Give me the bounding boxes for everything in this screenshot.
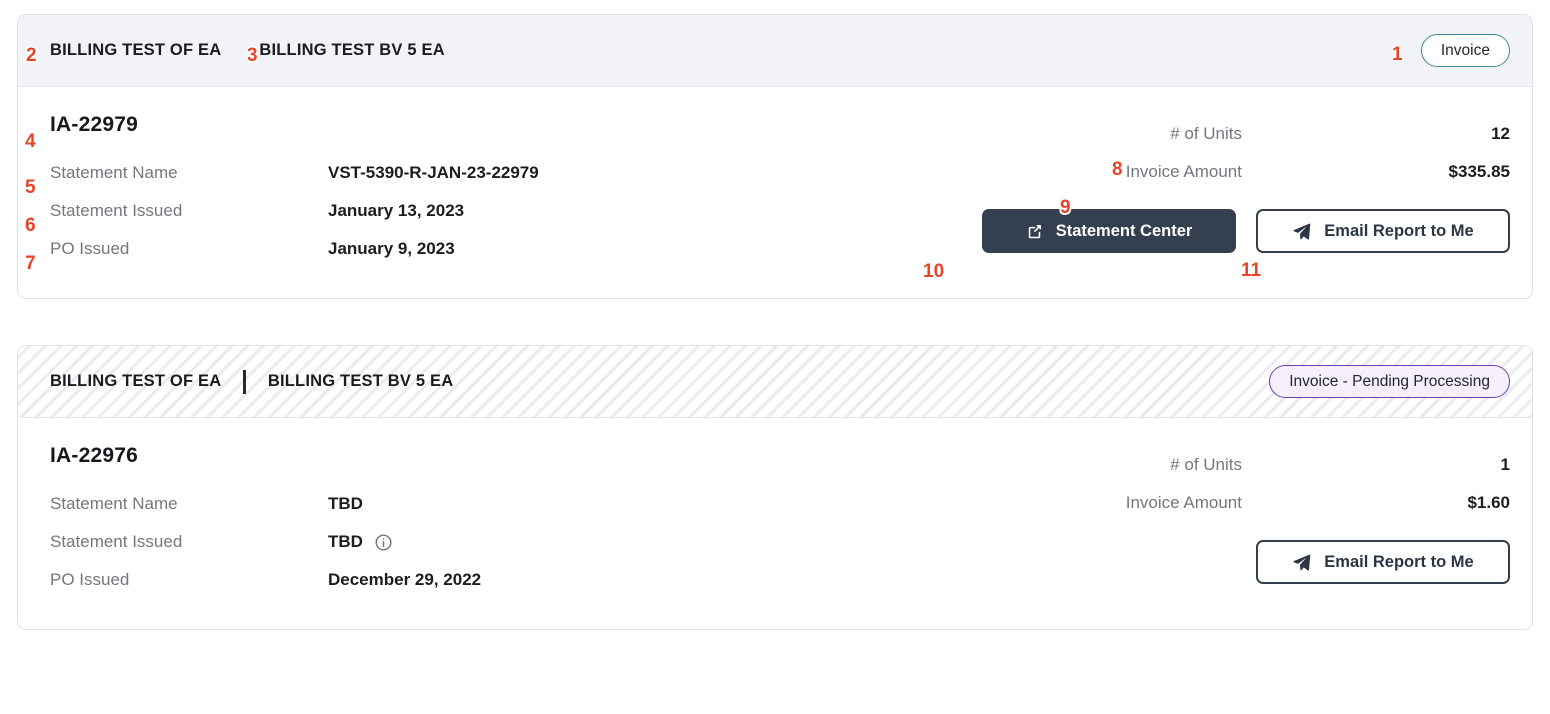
email-report-to-me-button[interactable]: Email Report to Me bbox=[1256, 540, 1510, 584]
external-link-icon bbox=[1026, 223, 1043, 240]
paper-plane-icon bbox=[1292, 553, 1311, 572]
detail-value: TBD bbox=[328, 494, 363, 514]
card-details: IA-22976 Statement Name TBD Statement Is… bbox=[50, 444, 740, 599]
detail-label: Statement Name bbox=[50, 163, 178, 182]
email-report-to-me-button[interactable]: Email Report to Me bbox=[1256, 209, 1510, 253]
detail-row: Statement Name VST-5390-R-JAN-23-22979 bbox=[50, 154, 740, 192]
summary-row: # of Units 12 bbox=[740, 115, 1510, 153]
header-titles: BILLING TEST OF EA BILLING TEST BV 5 EA bbox=[50, 41, 445, 60]
card-actions: Statement Center Email Report to Me bbox=[982, 209, 1510, 253]
summary-label: # of Units bbox=[1170, 124, 1242, 143]
summary-row: Invoice Amount $1.60 bbox=[740, 484, 1510, 522]
card-summary: # of Units 1 Invoice Amount $1.60 Email … bbox=[740, 444, 1510, 599]
invoice-card: BILLING TEST OF EA BILLING TEST BV 5 EA … bbox=[17, 345, 1533, 630]
card-header: BILLING TEST OF EA BILLING TEST BV 5 EA … bbox=[18, 346, 1532, 418]
detail-value-text: December 29, 2022 bbox=[328, 570, 482, 589]
detail-row: PO Issued December 29, 2022 bbox=[50, 561, 740, 599]
detail-value: December 29, 2022 bbox=[328, 570, 481, 590]
summary-label: # of Units bbox=[1170, 455, 1242, 474]
detail-label: Statement Issued bbox=[50, 532, 183, 551]
detail-label: PO Issued bbox=[50, 570, 130, 589]
detail-value: VST-5390-R-JAN-23-22979 bbox=[328, 163, 539, 183]
detail-row: Statement Issued TBD bbox=[50, 523, 740, 561]
summary-label: Invoice Amount bbox=[1125, 493, 1242, 512]
button-label: Email Report to Me bbox=[1324, 221, 1474, 240]
invoice-cards-page: BILLING TEST OF EA BILLING TEST BV 5 EA … bbox=[0, 0, 1550, 714]
status-badge: Invoice - Pending Processing bbox=[1269, 365, 1510, 398]
header-right: Invoice bbox=[1420, 34, 1510, 67]
title-divider bbox=[243, 369, 246, 394]
invoice-card: BILLING TEST OF EA BILLING TEST BV 5 EA … bbox=[17, 14, 1533, 299]
summary-row: # of Units 1 bbox=[740, 446, 1510, 484]
card-details: IA-22979 Statement Name VST-5390-R-JAN-2… bbox=[50, 113, 740, 268]
summary-row: Invoice Amount $335.85 bbox=[740, 153, 1510, 191]
button-label: Email Report to Me bbox=[1324, 552, 1474, 571]
summary-value: 12 bbox=[1491, 124, 1510, 143]
detail-value-text: TBD bbox=[328, 532, 363, 551]
summary-value: 1 bbox=[1500, 455, 1510, 474]
header-title-primary: BILLING TEST OF EA bbox=[50, 41, 222, 59]
card-actions: Email Report to Me bbox=[1256, 540, 1510, 584]
detail-value-text: TBD bbox=[328, 494, 363, 513]
cards-container: BILLING TEST OF EA BILLING TEST BV 5 EA … bbox=[17, 14, 1533, 630]
summary-label: Invoice Amount bbox=[1125, 162, 1242, 181]
card-body: IA-22976 Statement Name TBD Statement Is… bbox=[18, 418, 1532, 629]
detail-value-text: January 9, 2023 bbox=[328, 239, 455, 258]
summary-value: $1.60 bbox=[1467, 493, 1510, 512]
summary-value: $335.85 bbox=[1448, 162, 1510, 181]
detail-value-text: VST-5390-R-JAN-23-22979 bbox=[328, 163, 539, 182]
detail-row: PO Issued January 9, 2023 bbox=[50, 230, 740, 268]
status-badge: Invoice bbox=[1420, 34, 1510, 67]
card-header: BILLING TEST OF EA BILLING TEST BV 5 EA … bbox=[18, 15, 1532, 87]
detail-value: January 13, 2023 bbox=[328, 201, 464, 221]
ia-number: IA-22979 bbox=[50, 113, 138, 136]
header-title-primary: BILLING TEST OF EA bbox=[50, 372, 222, 390]
ia-number: IA-22976 bbox=[50, 444, 138, 467]
info-icon[interactable] bbox=[374, 533, 393, 552]
detail-value: January 9, 2023 bbox=[328, 239, 455, 259]
header-title-secondary: BILLING TEST BV 5 EA bbox=[267, 372, 454, 390]
detail-label: Statement Issued bbox=[50, 201, 183, 220]
detail-label: PO Issued bbox=[50, 239, 130, 258]
header-right: Invoice - Pending Processing bbox=[1269, 365, 1510, 398]
detail-label: Statement Name bbox=[50, 494, 178, 513]
paper-plane-icon bbox=[1292, 222, 1311, 241]
card-body: IA-22979 Statement Name VST-5390-R-JAN-2… bbox=[18, 87, 1532, 298]
button-label: Statement Center bbox=[1055, 221, 1193, 240]
statement-center-button[interactable]: Statement Center bbox=[982, 209, 1236, 253]
detail-value: TBD bbox=[328, 532, 393, 552]
detail-value-text: January 13, 2023 bbox=[328, 201, 465, 220]
detail-row: Statement Name TBD bbox=[50, 485, 740, 523]
detail-row: Statement Issued January 13, 2023 bbox=[50, 192, 740, 230]
header-titles: BILLING TEST OF EA BILLING TEST BV 5 EA bbox=[50, 369, 454, 394]
card-summary: # of Units 12 Invoice Amount $335.85 Sta… bbox=[740, 113, 1510, 268]
header-title-secondary: BILLING TEST BV 5 EA bbox=[259, 41, 445, 59]
